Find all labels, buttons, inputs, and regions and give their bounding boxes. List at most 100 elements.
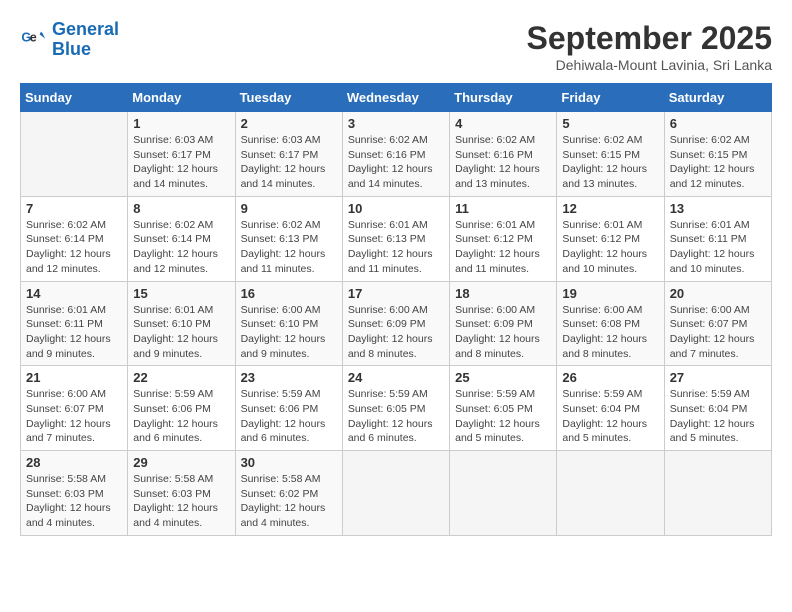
day-info: Sunrise: 6:02 AM Sunset: 6:16 PM Dayligh… (348, 133, 444, 192)
day-info: Sunrise: 6:03 AM Sunset: 6:17 PM Dayligh… (133, 133, 229, 192)
title-block: September 2025 Dehiwala-Mount Lavinia, S… (527, 20, 772, 73)
day-number: 28 (26, 455, 122, 470)
weekday-header: Monday (128, 84, 235, 112)
day-info: Sunrise: 6:02 AM Sunset: 6:16 PM Dayligh… (455, 133, 551, 192)
location-subtitle: Dehiwala-Mount Lavinia, Sri Lanka (527, 57, 772, 73)
day-number: 16 (241, 286, 337, 301)
logo-blue: Blue (52, 39, 91, 59)
day-info: Sunrise: 6:02 AM Sunset: 6:15 PM Dayligh… (670, 133, 766, 192)
calendar-cell: 8 Sunrise: 6:02 AM Sunset: 6:14 PM Daylig… (128, 196, 235, 281)
calendar-week-row: 7 Sunrise: 6:02 AM Sunset: 6:14 PM Daylig… (21, 196, 772, 281)
day-number: 24 (348, 370, 444, 385)
page-header: G e General Blue September 2025 Dehiwala… (20, 20, 772, 73)
day-number: 10 (348, 201, 444, 216)
calendar-cell: 3 Sunrise: 6:02 AM Sunset: 6:16 PM Daylig… (342, 112, 449, 197)
day-info: Sunrise: 6:01 AM Sunset: 6:10 PM Dayligh… (133, 303, 229, 362)
day-info: Sunrise: 6:02 AM Sunset: 6:15 PM Dayligh… (562, 133, 658, 192)
day-number: 5 (562, 116, 658, 131)
calendar-week-row: 14 Sunrise: 6:01 AM Sunset: 6:11 PM Dayli… (21, 281, 772, 366)
calendar-cell (557, 451, 664, 536)
calendar-cell: 30 Sunrise: 5:58 AM Sunset: 6:02 PM Dayli… (235, 451, 342, 536)
day-info: Sunrise: 6:01 AM Sunset: 6:13 PM Dayligh… (348, 218, 444, 277)
day-number: 30 (241, 455, 337, 470)
day-info: Sunrise: 6:00 AM Sunset: 6:07 PM Dayligh… (670, 303, 766, 362)
day-info: Sunrise: 5:59 AM Sunset: 6:05 PM Dayligh… (455, 387, 551, 446)
calendar-cell: 1 Sunrise: 6:03 AM Sunset: 6:17 PM Daylig… (128, 112, 235, 197)
logo-general: General (52, 19, 119, 39)
day-number: 12 (562, 201, 658, 216)
day-info: Sunrise: 6:02 AM Sunset: 6:14 PM Dayligh… (133, 218, 229, 277)
day-number: 29 (133, 455, 229, 470)
weekday-header: Tuesday (235, 84, 342, 112)
day-number: 7 (26, 201, 122, 216)
day-info: Sunrise: 6:02 AM Sunset: 6:14 PM Dayligh… (26, 218, 122, 277)
logo-text: General Blue (52, 20, 119, 60)
day-info: Sunrise: 6:01 AM Sunset: 6:11 PM Dayligh… (26, 303, 122, 362)
calendar-cell: 5 Sunrise: 6:02 AM Sunset: 6:15 PM Daylig… (557, 112, 664, 197)
weekday-header-row: SundayMondayTuesdayWednesdayThursdayFrid… (21, 84, 772, 112)
calendar-cell: 20Sunrise: 6:00 AM Sunset: 6:07 PM Dayli… (664, 281, 771, 366)
day-info: Sunrise: 6:02 AM Sunset: 6:13 PM Dayligh… (241, 218, 337, 277)
day-info: Sunrise: 5:59 AM Sunset: 6:06 PM Dayligh… (241, 387, 337, 446)
day-number: 8 (133, 201, 229, 216)
calendar-cell: 16 Sunrise: 6:00 AM Sunset: 6:10 PM Dayli… (235, 281, 342, 366)
day-number: 6 (670, 116, 766, 131)
day-info: Sunrise: 5:58 AM Sunset: 6:02 PM Dayligh… (241, 472, 337, 531)
calendar-cell: 6 Sunrise: 6:02 AM Sunset: 6:15 PM Daylig… (664, 112, 771, 197)
day-info: Sunrise: 6:03 AM Sunset: 6:17 PM Dayligh… (241, 133, 337, 192)
calendar-week-row: 1 Sunrise: 6:03 AM Sunset: 6:17 PM Daylig… (21, 112, 772, 197)
calendar-cell: 14 Sunrise: 6:01 AM Sunset: 6:11 PM Dayli… (21, 281, 128, 366)
day-info: Sunrise: 5:58 AM Sunset: 6:03 PM Dayligh… (133, 472, 229, 531)
svg-text:e: e (30, 30, 37, 44)
logo-icon: G e (20, 26, 48, 54)
day-info: Sunrise: 6:01 AM Sunset: 6:12 PM Dayligh… (455, 218, 551, 277)
day-number: 17 (348, 286, 444, 301)
day-number: 9 (241, 201, 337, 216)
day-info: Sunrise: 6:00 AM Sunset: 6:08 PM Dayligh… (562, 303, 658, 362)
day-number: 1 (133, 116, 229, 131)
day-number: 18 (455, 286, 551, 301)
day-number: 21 (26, 370, 122, 385)
day-info: Sunrise: 5:59 AM Sunset: 6:04 PM Dayligh… (562, 387, 658, 446)
calendar-cell: 11 Sunrise: 6:01 AM Sunset: 6:12 PM Dayli… (450, 196, 557, 281)
weekday-header: Thursday (450, 84, 557, 112)
calendar-cell (21, 112, 128, 197)
calendar-cell: 2Sunrise: 6:03 AM Sunset: 6:17 PM Daylig… (235, 112, 342, 197)
calendar-cell: 29 Sunrise: 5:58 AM Sunset: 6:03 PM Dayli… (128, 451, 235, 536)
calendar-cell (450, 451, 557, 536)
calendar-cell: 7 Sunrise: 6:02 AM Sunset: 6:14 PM Daylig… (21, 196, 128, 281)
calendar-cell: 25 Sunrise: 5:59 AM Sunset: 6:05 PM Dayli… (450, 366, 557, 451)
calendar-cell: 4 Sunrise: 6:02 AM Sunset: 6:16 PM Daylig… (450, 112, 557, 197)
calendar-cell: 10 Sunrise: 6:01 AM Sunset: 6:13 PM Dayli… (342, 196, 449, 281)
day-number: 14 (26, 286, 122, 301)
day-info: Sunrise: 5:59 AM Sunset: 6:06 PM Dayligh… (133, 387, 229, 446)
month-title: September 2025 (527, 20, 772, 57)
calendar-cell: 27Sunrise: 5:59 AM Sunset: 6:04 PM Dayli… (664, 366, 771, 451)
calendar-cell: 19Sunrise: 6:00 AM Sunset: 6:08 PM Dayli… (557, 281, 664, 366)
day-info: Sunrise: 6:00 AM Sunset: 6:07 PM Dayligh… (26, 387, 122, 446)
day-number: 11 (455, 201, 551, 216)
calendar-cell: 18 Sunrise: 6:00 AM Sunset: 6:09 PM Dayli… (450, 281, 557, 366)
day-info: Sunrise: 6:00 AM Sunset: 6:09 PM Dayligh… (455, 303, 551, 362)
weekday-header: Saturday (664, 84, 771, 112)
calendar-week-row: 21 Sunrise: 6:00 AM Sunset: 6:07 PM Dayli… (21, 366, 772, 451)
day-info: Sunrise: 6:00 AM Sunset: 6:09 PM Dayligh… (348, 303, 444, 362)
calendar-cell: 24Sunrise: 5:59 AM Sunset: 6:05 PM Dayli… (342, 366, 449, 451)
calendar-table: SundayMondayTuesdayWednesdayThursdayFrid… (20, 83, 772, 536)
calendar-cell: 26 Sunrise: 5:59 AM Sunset: 6:04 PM Dayli… (557, 366, 664, 451)
day-number: 3 (348, 116, 444, 131)
calendar-week-row: 28 Sunrise: 5:58 AM Sunset: 6:03 PM Dayli… (21, 451, 772, 536)
day-number: 25 (455, 370, 551, 385)
weekday-header: Sunday (21, 84, 128, 112)
day-number: 4 (455, 116, 551, 131)
calendar-cell: 22Sunrise: 5:59 AM Sunset: 6:06 PM Dayli… (128, 366, 235, 451)
day-number: 26 (562, 370, 658, 385)
day-info: Sunrise: 6:00 AM Sunset: 6:10 PM Dayligh… (241, 303, 337, 362)
calendar-cell: 21 Sunrise: 6:00 AM Sunset: 6:07 PM Dayli… (21, 366, 128, 451)
day-number: 27 (670, 370, 766, 385)
calendar-cell: 17 Sunrise: 6:00 AM Sunset: 6:09 PM Dayli… (342, 281, 449, 366)
calendar-cell: 13Sunrise: 6:01 AM Sunset: 6:11 PM Dayli… (664, 196, 771, 281)
weekday-header: Friday (557, 84, 664, 112)
day-info: Sunrise: 6:01 AM Sunset: 6:11 PM Dayligh… (670, 218, 766, 277)
calendar-cell: 12Sunrise: 6:01 AM Sunset: 6:12 PM Dayli… (557, 196, 664, 281)
